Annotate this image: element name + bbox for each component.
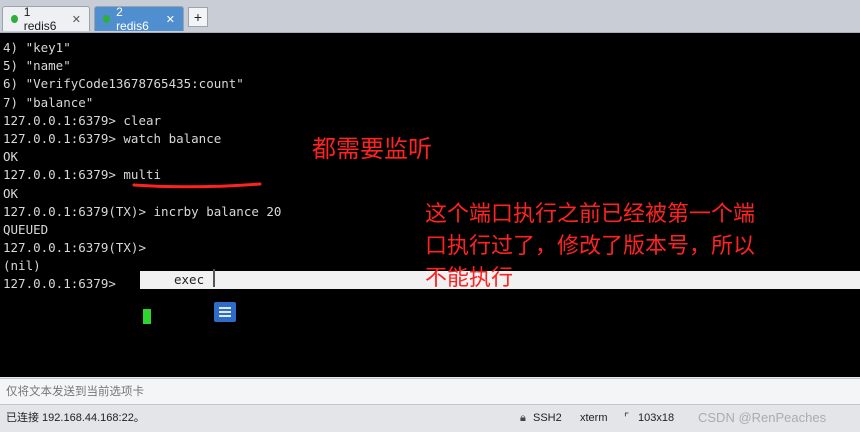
terminal-line: (nil)	[3, 258, 41, 274]
exec-command: exec	[174, 272, 205, 287]
text-cursor-icon	[213, 269, 215, 287]
terminal-output: 4) "key1" 5) "name" 6) "VerifyCode136787…	[3, 39, 281, 294]
document-icon	[214, 302, 236, 322]
status-bar: 已连接 192.168.44.168:22。 🔒︎ SSH2 xterm ⌜ 1…	[0, 404, 860, 432]
terminal-line: OK	[3, 149, 19, 165]
close-icon[interactable]: ✕	[166, 13, 175, 26]
terminal-cursor	[143, 309, 151, 324]
connection-status: 已连接 192.168.44.168:22。	[6, 412, 145, 424]
terminal-line: 127.0.0.1:6379> watch balance	[3, 130, 222, 146]
terminal-line: 4) "key1"	[3, 40, 71, 55]
terminal-line: 127.0.0.1:6379>	[3, 276, 124, 292]
protocol-label: SSH2	[533, 412, 562, 424]
send-to-tab-input[interactable]: 仅将文本发送到当前选项卡	[0, 378, 860, 404]
terminal-line: 6) "VerifyCode13678765435:count"	[3, 76, 244, 92]
terminal-line: 127.0.0.1:6379> clear	[3, 112, 162, 128]
close-icon[interactable]: ✕	[72, 13, 81, 26]
connected-dot-icon	[103, 15, 111, 23]
add-tab-button[interactable]: +	[188, 7, 208, 27]
tab-label: 1 redis6	[23, 5, 57, 33]
terminal-type: xterm	[580, 412, 608, 424]
terminal-line: 7) "balance"	[3, 94, 94, 110]
size-icon: ⌜	[624, 412, 630, 424]
tab-redis6-2[interactable]: 2 redis6 ✕	[94, 5, 184, 33]
tab-bar: 1 redis6 ✕ 2 redis6 ✕ +	[0, 0, 860, 33]
tab-label: 2 redis6	[116, 5, 149, 33]
terminal-size: 103x18	[638, 412, 675, 424]
lock-icon: 🔒︎	[520, 412, 526, 424]
terminal-line: 127.0.0.1:6379(TX)> incrby balance 20	[3, 203, 282, 219]
terminal-area[interactable]: 4) "key1" 5) "name" 6) "VerifyCode136787…	[0, 33, 860, 377]
annotation-watch: 都需要监听	[312, 135, 432, 163]
terminal-line: 127.0.0.1:6379(TX)>	[3, 240, 154, 256]
terminal-line: QUEUED	[3, 221, 49, 237]
terminal-line: 5) "name"	[3, 58, 71, 74]
red-underline	[132, 182, 262, 189]
annotation-explanation: 这个端口执行之前已经被第一个端口执行过了，修改了版本号，所以不能执行	[425, 202, 756, 291]
tab-redis6-1[interactable]: 1 redis6 ✕	[2, 5, 90, 33]
watermark: CSDN @RenPeaches	[698, 410, 827, 425]
connected-dot-icon	[11, 15, 18, 23]
